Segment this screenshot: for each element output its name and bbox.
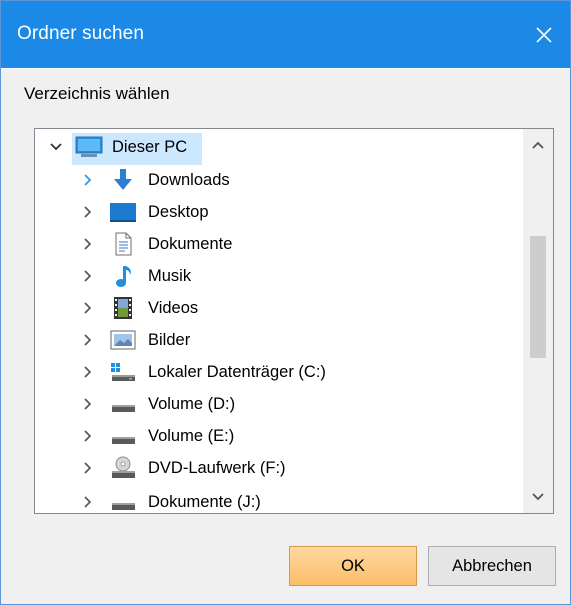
chevron-right-icon[interactable]	[79, 203, 97, 221]
tree-item-drive-f[interactable]: DVD-Laufwerk (F:)	[35, 452, 523, 484]
close-button[interactable]	[518, 1, 570, 68]
tree-item-videos[interactable]: Videos	[35, 292, 523, 324]
tree-item-drive-j[interactable]: Dokumente (J:)	[35, 486, 523, 513]
tree-item-label: Dieser PC	[112, 137, 188, 156]
drive-icon	[109, 424, 137, 448]
chevron-right-icon[interactable]	[79, 299, 97, 317]
folder-tree[interactable]: Dieser PC Downloads Desktop Dokumente Mu…	[34, 128, 554, 514]
dialog-prompt: Verzeichnis wählen	[24, 84, 170, 103]
tree-scrollbar[interactable]	[523, 129, 553, 513]
tree-item-label: Downloads	[148, 170, 230, 189]
chevron-right-icon[interactable]	[79, 235, 97, 253]
tree-item-label: Videos	[148, 298, 199, 317]
tree-item-label: Desktop	[148, 202, 209, 221]
title-bar: Ordner suchen	[1, 1, 570, 69]
desktop-folder-icon	[109, 200, 137, 224]
scroll-up-button[interactable]	[523, 131, 553, 159]
tree-item-desktop[interactable]: Desktop	[35, 196, 523, 228]
chevron-up-icon	[532, 141, 544, 149]
tree-item-label: DVD-Laufwerk (F:)	[148, 458, 286, 477]
tree-item-label: Volume (E:)	[148, 426, 235, 445]
ok-button[interactable]: OK	[289, 546, 417, 586]
tree-item-drive-d[interactable]: Volume (D:)	[35, 388, 523, 420]
tree-item-label: Dokumente (J:)	[148, 492, 261, 511]
drive-icon	[109, 490, 137, 513]
tree-item-dieser-pc[interactable]: Dieser PC	[35, 131, 523, 165]
film-icon	[109, 296, 137, 320]
chevron-right-icon[interactable]	[79, 493, 97, 511]
windows-drive-icon	[109, 360, 137, 384]
cancel-button[interactable]: Abbrechen	[428, 546, 556, 586]
tree-item-dokumente[interactable]: Dokumente	[35, 228, 523, 260]
tree-item-label: Dokumente	[148, 234, 233, 253]
computer-icon	[75, 135, 103, 159]
tree-item-bilder[interactable]: Bilder	[35, 324, 523, 356]
tree-item-label: Lokaler Datenträger (C:)	[148, 362, 326, 381]
tree-item-downloads[interactable]: Downloads	[35, 164, 523, 196]
title-bar-fill: Ordner suchen	[1, 1, 570, 68]
chevron-right-icon[interactable]	[79, 171, 97, 189]
tree-item-label: Volume (D:)	[148, 394, 236, 413]
tree-item-drive-c[interactable]: Lokaler Datenträger (C:)	[35, 356, 523, 388]
window-title: Ordner suchen	[17, 23, 144, 44]
chevron-right-icon[interactable]	[79, 395, 97, 413]
folder-browser-dialog: Ordner suchen Verzeichnis wählen Dieser …	[0, 0, 571, 605]
music-note-icon	[109, 264, 137, 288]
chevron-right-icon[interactable]	[79, 267, 97, 285]
tree-item-label: Musik	[148, 266, 192, 285]
tree-item-label: Bilder	[148, 330, 191, 349]
picture-icon	[109, 328, 137, 352]
chevron-down-icon[interactable]	[47, 138, 65, 156]
chevron-right-icon[interactable]	[79, 331, 97, 349]
chevron-right-icon[interactable]	[79, 363, 97, 381]
chevron-right-icon[interactable]	[79, 427, 97, 445]
chevron-down-icon	[532, 493, 544, 501]
document-icon	[109, 232, 137, 256]
scrollbar-thumb[interactable]	[530, 236, 546, 358]
scroll-down-button[interactable]	[523, 483, 553, 511]
dvd-drive-icon	[109, 456, 137, 480]
close-icon	[536, 26, 552, 43]
tree-items: Dieser PC Downloads Desktop Dokumente Mu…	[35, 129, 523, 513]
drive-icon	[109, 392, 137, 416]
downloads-arrow-icon	[109, 168, 137, 192]
tree-item-drive-e[interactable]: Volume (E:)	[35, 420, 523, 452]
chevron-right-icon[interactable]	[79, 459, 97, 477]
tree-item-musik[interactable]: Musik	[35, 260, 523, 292]
